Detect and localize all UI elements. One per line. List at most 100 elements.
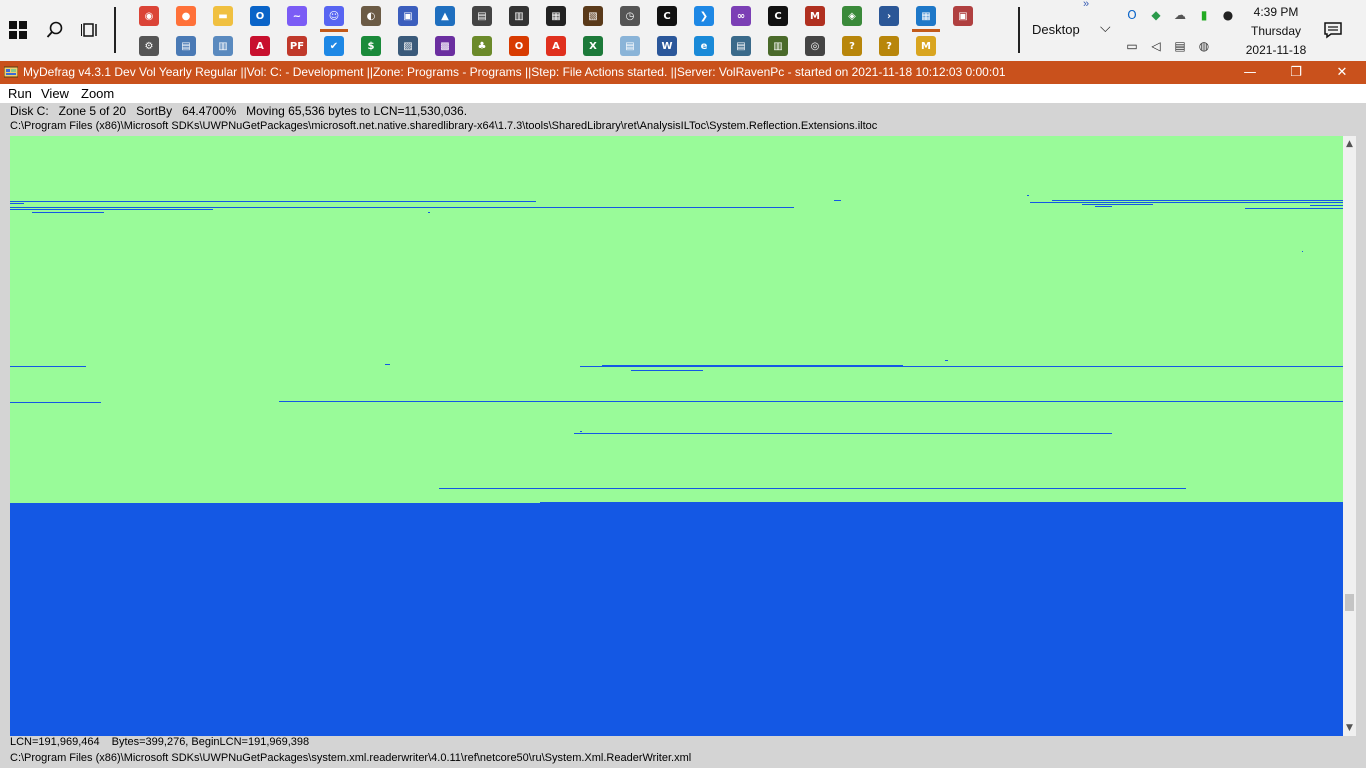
used-space-region bbox=[10, 503, 1343, 736]
taskbar: ◉ ● ▬ O ~ ☺ ◐ ▣ ▲ ▤ ▥ ▦ ▧ ◷ C ❯ ∞ C M ◈ › ▦ ▣ ⚙ ▤ ▥ A PF ✔ $ ▨ ▩ ♣ O A X ▤ W… bbox=[0, 0, 1366, 61]
clock-date[interactable]: 2021-11-18 bbox=[1240, 43, 1312, 57]
battery-icon[interactable]: ▮ bbox=[1195, 6, 1213, 24]
scroll-up-arrow-icon[interactable]: ▲ bbox=[1343, 136, 1356, 152]
amd-icon[interactable]: A bbox=[250, 36, 270, 56]
sortby-label: SortBy bbox=[136, 104, 173, 118]
acrobat-icon[interactable]: A bbox=[546, 36, 566, 56]
office-icon[interactable]: O bbox=[509, 36, 529, 56]
start-button[interactable] bbox=[6, 18, 30, 42]
excel-icon[interactable]: X bbox=[583, 36, 603, 56]
taskbar-separator bbox=[1018, 7, 1020, 53]
vscode-icon[interactable]: ❯ bbox=[694, 6, 714, 26]
restore-button[interactable]: ❐ bbox=[1273, 61, 1319, 84]
camera-icon[interactable]: ▥ bbox=[509, 6, 529, 26]
window-title: MyDefrag v4.3.1 Dev Vol Yearly Regular |… bbox=[23, 65, 1006, 79]
mydefrag-logo-icon bbox=[4, 66, 18, 78]
scroll-down-arrow-icon[interactable]: ▼ bbox=[1343, 720, 1356, 736]
powershell-icon[interactable]: › bbox=[879, 6, 899, 26]
media-icon[interactable]: ▩ bbox=[435, 36, 455, 56]
webcam-tray-icon[interactable]: ◍ bbox=[1195, 37, 1213, 55]
mydefrag-icon[interactable]: M bbox=[805, 6, 825, 26]
progress-status-line: Disk C: Zone 5 of 20 SortBy 64.4700% Moving … bbox=[10, 104, 477, 118]
mydefrag-small-icon[interactable]: M bbox=[916, 36, 936, 56]
edge-icon[interactable]: e bbox=[694, 36, 714, 56]
current-file-path: C:\Program Files (x86)\Microsoft SDKs\UW… bbox=[10, 120, 878, 132]
volume-icon[interactable]: ◁ bbox=[1147, 37, 1165, 55]
hovered-file-path: C:\Program Files (x86)\Microsoft SDKs\UW… bbox=[10, 752, 692, 764]
running-indicator bbox=[320, 29, 348, 32]
printer-icon[interactable]: ▤ bbox=[472, 6, 492, 26]
spreadsheet-tool-icon[interactable]: ▥ bbox=[768, 36, 788, 56]
todo-icon[interactable]: ✔ bbox=[324, 36, 344, 56]
outlook-icon[interactable]: O bbox=[250, 6, 270, 26]
clock-time[interactable]: 4:39 PM bbox=[1240, 5, 1312, 19]
pdf-factory-icon[interactable]: PF bbox=[287, 36, 307, 56]
close-button[interactable]: ✕ bbox=[1319, 61, 1365, 84]
minimize-button[interactable]: — bbox=[1227, 61, 1273, 84]
system-info-icon[interactable]: ▥ bbox=[213, 36, 233, 56]
money-icon[interactable]: $ bbox=[361, 36, 381, 56]
moving-status: Moving 65,536 bytes to LCN=11,530,036. bbox=[246, 104, 468, 118]
microphone-icon[interactable]: ● bbox=[1219, 6, 1237, 24]
search-icon bbox=[46, 21, 63, 38]
menu-view[interactable]: View bbox=[41, 86, 69, 101]
messenger-icon[interactable]: ~ bbox=[287, 6, 307, 26]
discord-icon[interactable]: ☺ bbox=[324, 6, 344, 26]
control-panel-icon[interactable]: ◈ bbox=[842, 6, 862, 26]
disk-label: Disk C: bbox=[10, 104, 49, 118]
running-indicator bbox=[912, 29, 940, 32]
onedrive-icon[interactable]: ☁ bbox=[1171, 6, 1189, 24]
chrome-icon[interactable]: ◉ bbox=[139, 6, 159, 26]
menu-bar: Run View Zoom bbox=[0, 84, 1366, 103]
task-manager-icon[interactable]: ▤ bbox=[731, 36, 751, 56]
word-icon[interactable]: W bbox=[657, 36, 677, 56]
paint-icon[interactable]: ▣ bbox=[398, 6, 418, 26]
bytes-value: Bytes=399,276, BeginLCN=191,969,398 bbox=[111, 736, 310, 748]
scroll-thumb[interactable] bbox=[1345, 594, 1354, 611]
window-title-bar[interactable]: MyDefrag v4.3.1 Dev Vol Yearly Regular |… bbox=[0, 61, 1366, 84]
outlook-tray-icon[interactable]: O bbox=[1123, 6, 1141, 24]
zone-label: Zone 5 of 20 bbox=[58, 104, 127, 118]
visual-studio-icon[interactable]: ∞ bbox=[731, 6, 751, 26]
file-explorer-icon[interactable]: ▬ bbox=[213, 6, 233, 26]
terminal-icon[interactable]: C bbox=[657, 6, 677, 26]
scanner-icon[interactable]: ▦ bbox=[546, 6, 566, 26]
task-view-button[interactable] bbox=[78, 18, 102, 42]
notifications-button[interactable] bbox=[1321, 18, 1345, 42]
settings-grid-icon[interactable]: ▦ bbox=[916, 6, 936, 26]
shield-tray-icon[interactable]: ◆ bbox=[1147, 6, 1165, 24]
desktop-toolbar-label[interactable]: Desktop bbox=[1032, 22, 1080, 37]
action-center-icon bbox=[1324, 22, 1342, 39]
task-view-icon bbox=[81, 23, 97, 37]
notepad-icon[interactable]: ▤ bbox=[620, 36, 640, 56]
toolbar-overflow-button[interactable]: » bbox=[1083, 0, 1089, 10]
clock-day[interactable]: Thursday bbox=[1240, 24, 1312, 38]
cluster-info-line: LCN=191,969,464 Bytes=399,276, BeginLCN=1… bbox=[10, 736, 321, 748]
display-network-icon[interactable]: ▭ bbox=[1123, 37, 1141, 55]
snapshot-icon[interactable]: ◎ bbox=[805, 36, 825, 56]
firefox-icon[interactable]: ● bbox=[176, 6, 196, 26]
taskbar-separator bbox=[114, 7, 116, 53]
disk-cluster-map[interactable] bbox=[10, 136, 1343, 736]
help-tool-icon[interactable]: ? bbox=[842, 36, 862, 56]
lcn-value: LCN=191,969,464 bbox=[10, 736, 100, 748]
tree-icon[interactable]: ♣ bbox=[472, 36, 492, 56]
notes-icon[interactable]: ▧ bbox=[583, 6, 603, 26]
search-button[interactable] bbox=[43, 18, 67, 42]
photos-icon[interactable]: ▲ bbox=[435, 6, 455, 26]
free-space-region bbox=[10, 136, 1343, 503]
menu-zoom[interactable]: Zoom bbox=[81, 86, 114, 101]
vertical-scrollbar[interactable]: ▲ ▼ bbox=[1343, 136, 1356, 736]
help-tool-2-icon[interactable]: ? bbox=[879, 36, 899, 56]
gear-icon[interactable]: ⚙ bbox=[139, 36, 159, 56]
windows-logo-icon bbox=[9, 21, 27, 39]
gimp-icon[interactable]: ◐ bbox=[361, 6, 381, 26]
clock-app-icon[interactable]: ◷ bbox=[620, 6, 640, 26]
chevron-down-icon[interactable]: ⌵ bbox=[1100, 19, 1111, 36]
image-viewer-icon[interactable]: ▨ bbox=[398, 36, 418, 56]
menu-run[interactable]: Run bbox=[8, 86, 32, 101]
clipboard-tray-icon[interactable]: ▤ bbox=[1171, 37, 1189, 55]
network-icon[interactable]: ▤ bbox=[176, 36, 196, 56]
cmd-icon[interactable]: C bbox=[768, 6, 788, 26]
remote-icon[interactable]: ▣ bbox=[953, 6, 973, 26]
